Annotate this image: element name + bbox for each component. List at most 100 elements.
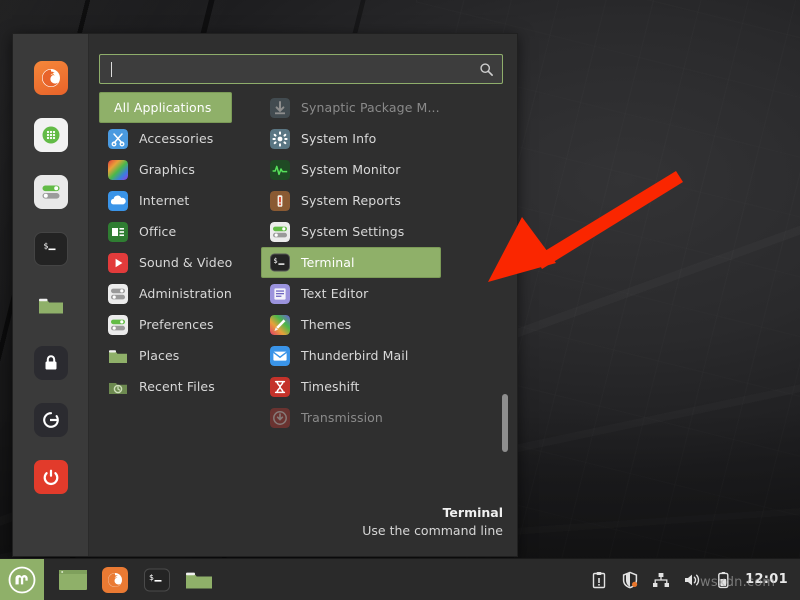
application-item-synaptic-package-m[interactable]: Synaptic Package M...: [261, 92, 441, 123]
application-item-system-monitor[interactable]: System Monitor: [261, 154, 441, 185]
category-label: Accessories: [139, 131, 214, 146]
firefox-icon: [41, 69, 60, 87]
transmission-icon: [270, 407, 290, 428]
category-item-preferences[interactable]: Preferences: [99, 309, 232, 340]
category-label: All Applications: [114, 100, 212, 115]
thunderbird-icon: [270, 345, 290, 366]
application-label: System Settings: [301, 224, 405, 239]
clipboard-icon[interactable]: [590, 571, 608, 589]
favorites-rail[interactable]: $: [13, 34, 89, 556]
launcher-firefox-icon[interactable]: [100, 566, 130, 593]
text-caret: [111, 62, 112, 77]
fav-firefox-icon[interactable]: [33, 61, 68, 95]
application-list[interactable]: Synaptic Package M... System Info System M…: [255, 92, 517, 500]
system-reports-icon: [270, 190, 290, 211]
menu-body: All Applications Accessories Graphics Inter…: [89, 34, 517, 556]
fav-system-settings-icon[interactable]: [33, 175, 68, 209]
launcher-files-icon[interactable]: [184, 567, 214, 593]
application-item-text-editor[interactable]: Text Editor: [261, 278, 441, 309]
launcher-show-desktop-icon[interactable]: [58, 567, 88, 593]
category-item-graphics[interactable]: Graphics: [99, 154, 232, 185]
system-info-icon: [270, 128, 290, 149]
svg-text:$: $: [273, 257, 277, 265]
places-icon: [108, 346, 128, 366]
fav-power-icon[interactable]: [33, 460, 68, 494]
application-item-system-reports[interactable]: System Reports: [261, 185, 441, 216]
category-item-administration[interactable]: Administration: [99, 278, 232, 309]
fav-terminal-icon[interactable]: $: [33, 232, 68, 266]
themes-icon: [270, 314, 290, 335]
category-label: Administration: [139, 286, 232, 301]
network-icon[interactable]: [652, 571, 670, 589]
application-label: Themes: [301, 317, 352, 332]
category-label: Sound & Video: [139, 255, 233, 270]
launcher-group[interactable]: $: [44, 566, 214, 593]
application-item-thunderbird-mail[interactable]: Thunderbird Mail: [261, 340, 441, 371]
desktop[interactable]: $ All Applications Accessories Graphics …: [0, 0, 800, 600]
preferences-icon: [108, 314, 128, 335]
application-label: Synaptic Package M...: [301, 100, 440, 115]
fav-logout-icon[interactable]: [33, 403, 68, 437]
launcher-terminal-icon[interactable]: $: [142, 567, 172, 593]
fav-software-manager-icon[interactable]: [33, 118, 68, 152]
category-item-office[interactable]: Office: [99, 216, 232, 247]
folder-icon: [38, 298, 63, 314]
update-manager-shield-icon[interactable]: [621, 571, 639, 589]
status-area: Terminal Use the command line: [89, 500, 517, 556]
search-icon[interactable]: [479, 62, 494, 77]
application-list-scrollbar[interactable]: [502, 98, 508, 494]
application-item-timeshift[interactable]: Timeshift: [261, 371, 441, 402]
terminal-icon: $: [270, 253, 290, 273]
power-icon: [43, 469, 58, 486]
system-monitor-icon: [270, 159, 290, 180]
lock-icon: [45, 355, 56, 370]
volume-icon[interactable]: [683, 571, 701, 589]
svg-text:$: $: [149, 573, 154, 582]
category-item-recent-files[interactable]: Recent Files: [99, 371, 232, 402]
taskbar[interactable]: $ 12:01: [0, 558, 800, 600]
svg-text:$: $: [43, 242, 48, 251]
fav-files-icon[interactable]: [34, 289, 68, 323]
category-item-accessories[interactable]: Accessories: [99, 123, 232, 154]
status-title: Terminal: [442, 505, 503, 520]
category-item-all-applications[interactable]: All Applications: [99, 92, 232, 123]
application-item-system-info[interactable]: System Info: [261, 123, 441, 154]
category-label: Places: [139, 348, 180, 363]
synaptic-icon: [270, 97, 290, 118]
clock[interactable]: 12:01: [745, 572, 788, 587]
application-item-system-settings[interactable]: System Settings: [261, 216, 441, 247]
search-input[interactable]: [110, 61, 479, 77]
logout-icon: [42, 412, 59, 428]
category-label: Office: [139, 224, 177, 239]
firefox-icon: [102, 566, 128, 593]
category-label: Preferences: [139, 317, 214, 332]
application-label: System Monitor: [301, 162, 401, 177]
application-item-terminal[interactable]: $ Terminal: [261, 247, 441, 278]
system-tray[interactable]: 12:01: [590, 571, 800, 589]
category-item-places[interactable]: Places: [99, 340, 232, 371]
recent-files-icon: [108, 377, 128, 397]
application-item-themes[interactable]: Themes: [261, 309, 441, 340]
scrollbar-thumb[interactable]: [502, 394, 508, 452]
office-icon: [108, 221, 128, 242]
category-list[interactable]: All Applications Accessories Graphics Inter…: [89, 92, 255, 500]
search-row: [89, 34, 517, 84]
application-item-transmission[interactable]: Transmission: [261, 402, 441, 433]
terminal-icon: $: [43, 242, 55, 251]
mint-menu-button[interactable]: [0, 558, 44, 600]
application-label: Transmission: [301, 410, 383, 425]
system-settings-icon: [270, 221, 290, 242]
application-label: System Reports: [301, 193, 401, 208]
application-label: Text Editor: [301, 286, 369, 301]
search-box[interactable]: [99, 54, 503, 84]
administration-icon: [108, 283, 128, 304]
category-item-internet[interactable]: Internet: [99, 185, 232, 216]
application-label: Terminal: [301, 255, 355, 270]
fav-lock-screen-icon[interactable]: [33, 346, 68, 380]
application-menu-window[interactable]: $ All Applications Accessories Graphics …: [12, 33, 518, 557]
show-desktop-icon: [59, 569, 87, 590]
system-settings-icon: [42, 185, 59, 199]
battery-icon[interactable]: [714, 571, 732, 589]
category-item-sound-video[interactable]: Sound & Video: [99, 247, 232, 278]
terminal-icon: $: [144, 568, 170, 591]
